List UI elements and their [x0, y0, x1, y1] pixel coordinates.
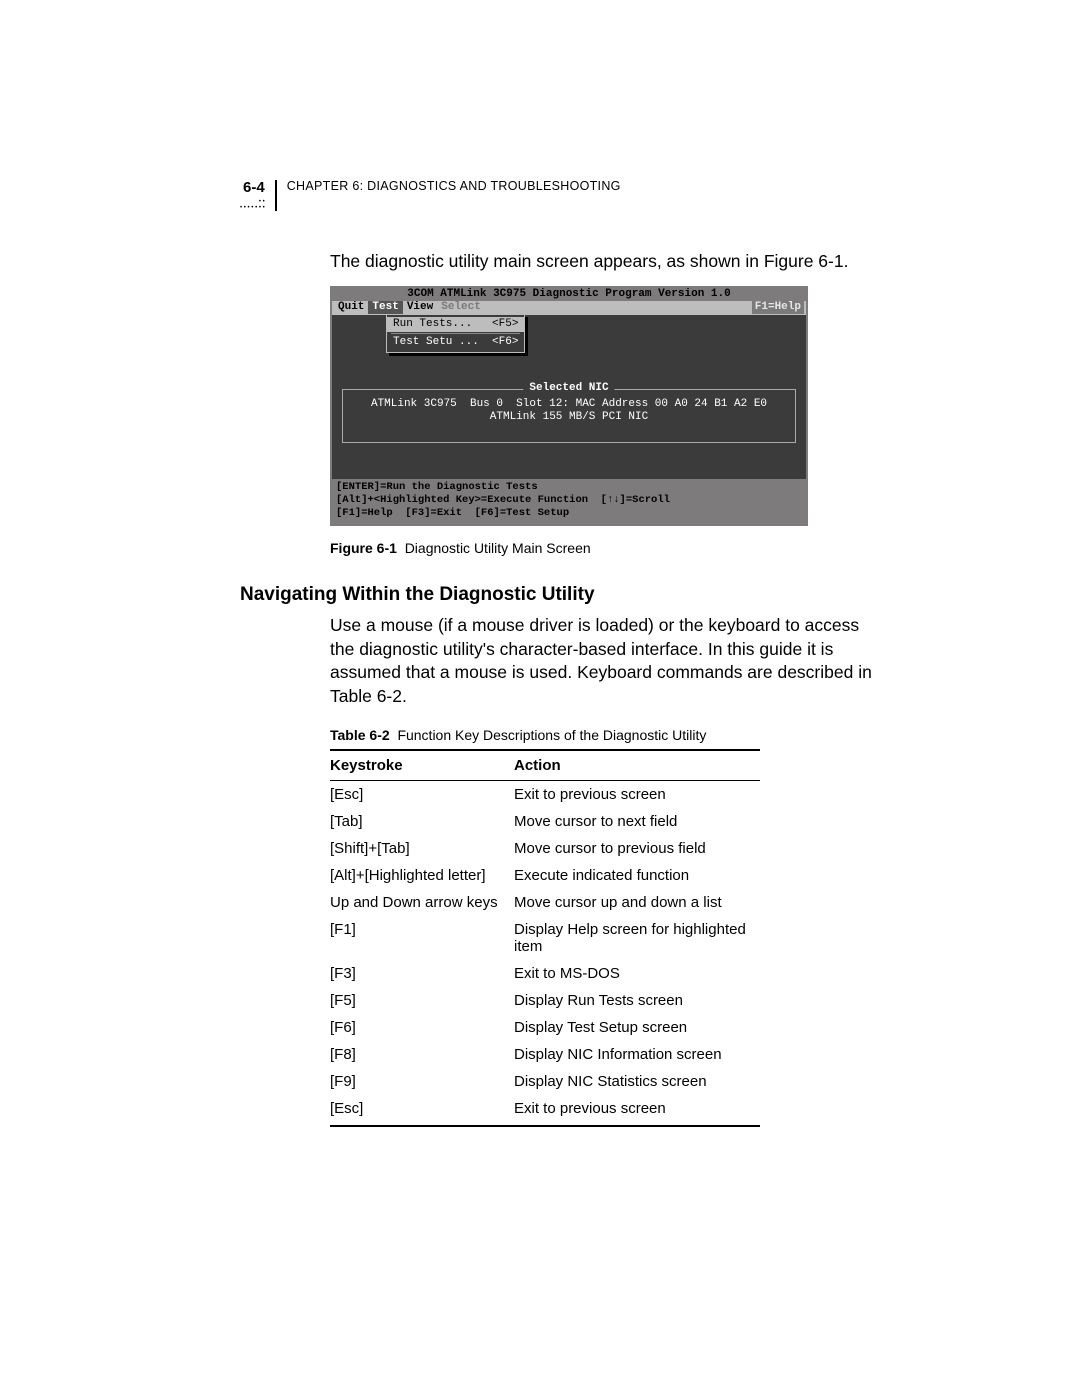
keystroke-cell: [F5] [330, 987, 514, 1014]
col-header-action: Action [514, 750, 760, 781]
keystroke-cell: [Shift]+[Tab] [330, 835, 514, 862]
table-row: [F1]Display Help screen for highlighted … [330, 916, 760, 960]
table-row: [F5]Display Run Tests screen [330, 987, 760, 1014]
decorative-dots-icon: • •• • • • • • • [240, 199, 265, 211]
action-cell: Exit to previous screen [514, 1095, 760, 1126]
nic-info-line-1: ATMLink 3C975 Bus 0 Slot 12: MAC Address… [349, 398, 789, 411]
selected-nic-title: Selected NIC [523, 382, 614, 395]
table-row: [Esc]Exit to previous screen [330, 780, 760, 808]
action-cell: Display Run Tests screen [514, 987, 760, 1014]
action-cell: Execute indicated function [514, 862, 760, 889]
action-cell: Move cursor to next field [514, 808, 760, 835]
action-cell: Move cursor up and down a list [514, 889, 760, 916]
keystroke-cell: [Esc] [330, 1095, 514, 1126]
keystroke-cell: [F8] [330, 1041, 514, 1068]
keystroke-cell: Up and Down arrow keys [330, 889, 514, 916]
table-row: [Shift]+[Tab]Move cursor to previous fie… [330, 835, 760, 862]
page-number: 6-4 [243, 180, 265, 195]
screenshot-figure: 3COM ATMLink 3C975 Diagnostic Program Ve… [330, 286, 808, 527]
keystroke-cell: [F1] [330, 916, 514, 960]
table-row: [F9]Display NIC Statistics screen [330, 1068, 760, 1095]
footer-line-2: [Alt]+<Highlighted Key>=Execute Function… [336, 494, 670, 506]
action-cell: Exit to MS-DOS [514, 960, 760, 987]
dropdown-run-tests[interactable]: Run Tests... <F5> [387, 317, 524, 332]
section-heading: Navigating Within the Diagnostic Utility [240, 584, 880, 606]
action-cell: Exit to previous screen [514, 780, 760, 808]
footer-line-3: [F1]=Help [F3]=Exit [F6]=Test Setup [336, 507, 569, 519]
page-number-block: 6-4 • •• • • • • • • [240, 180, 277, 211]
action-cell: Display Test Setup screen [514, 1014, 760, 1041]
table-row: Up and Down arrow keysMove cursor up and… [330, 889, 760, 916]
footer-line-1: [ENTER]=Run the Diagnostic Tests [336, 481, 538, 493]
chapter-label: Chapter 6: Diagnostics and Troubleshooti… [287, 180, 621, 194]
test-dropdown: Run Tests... <F5> Test Setu ... <F6> [386, 314, 525, 353]
table-row: [F6]Display Test Setup screen [330, 1014, 760, 1041]
table-row: [Tab]Move cursor to next field [330, 808, 760, 835]
action-cell: Move cursor to previous field [514, 835, 760, 862]
dropdown-test-setup[interactable]: Test Setu ... <F6> [387, 335, 524, 350]
table-row: [Alt]+[Highlighted letter]Execute indica… [330, 862, 760, 889]
nic-info-line-2: ATMLink 155 MB/S PCI NIC [349, 411, 789, 424]
table-caption-text: Function Key Descriptions of the Diagnos… [397, 727, 706, 743]
keystroke-cell: [F3] [330, 960, 514, 987]
selected-nic-panel: Selected NIC ATMLink 3C975 Bus 0 Slot 12… [342, 389, 796, 443]
figure-caption-text: Diagnostic Utility Main Screen [405, 540, 591, 556]
table-row: [F8]Display NIC Information screen [330, 1041, 760, 1068]
screenshot-body: Run Tests... <F5> Test Setu ... <F6> Sel… [332, 315, 806, 479]
keystroke-cell: [F6] [330, 1014, 514, 1041]
col-header-keystroke: Keystroke [330, 750, 514, 781]
menu-select[interactable]: Select [437, 301, 485, 314]
intro-paragraph: The diagnostic utility main screen appea… [330, 250, 880, 274]
table-row: [Esc]Exit to previous screen [330, 1095, 760, 1126]
action-cell: Display Help screen for highlighted item [514, 916, 760, 960]
keystroke-cell: [Alt]+[Highlighted letter] [330, 862, 514, 889]
menu-test[interactable]: Test [368, 301, 402, 314]
menu-quit[interactable]: Quit [334, 301, 368, 314]
action-cell: Display NIC Information screen [514, 1041, 760, 1068]
dropdown-divider [391, 333, 520, 334]
keystroke-cell: [F9] [330, 1068, 514, 1095]
menu-view[interactable]: View [403, 301, 437, 314]
table-caption: Table 6-2 Function Key Descriptions of t… [330, 727, 880, 743]
figure-caption: Figure 6-1 Diagnostic Utility Main Scree… [330, 540, 880, 556]
figure-label: Figure 6-1 [330, 540, 397, 556]
app-title: 3COM ATMLink 3C975 Diagnostic Program Ve… [332, 288, 806, 301]
action-cell: Display NIC Statistics screen [514, 1068, 760, 1095]
running-header: 6-4 • •• • • • • • • Chapter 6: Diagnost… [240, 180, 621, 211]
table-label: Table 6-2 [330, 727, 390, 743]
function-key-table: Keystroke Action [Esc]Exit to previous s… [330, 749, 760, 1127]
section-paragraph: Use a mouse (if a mouse driver is loaded… [330, 614, 880, 709]
body-column: The diagnostic utility main screen appea… [330, 250, 880, 1127]
document-page: 6-4 • •• • • • • • • Chapter 6: Diagnost… [0, 0, 1080, 1207]
screenshot-footer: [ENTER]=Run the Diagnostic Tests [Alt]+<… [332, 479, 806, 524]
table-row: [F3]Exit to MS-DOS [330, 960, 760, 987]
keystroke-cell: [Tab] [330, 808, 514, 835]
help-hint: F1=Help [752, 301, 804, 314]
keystroke-cell: [Esc] [330, 780, 514, 808]
